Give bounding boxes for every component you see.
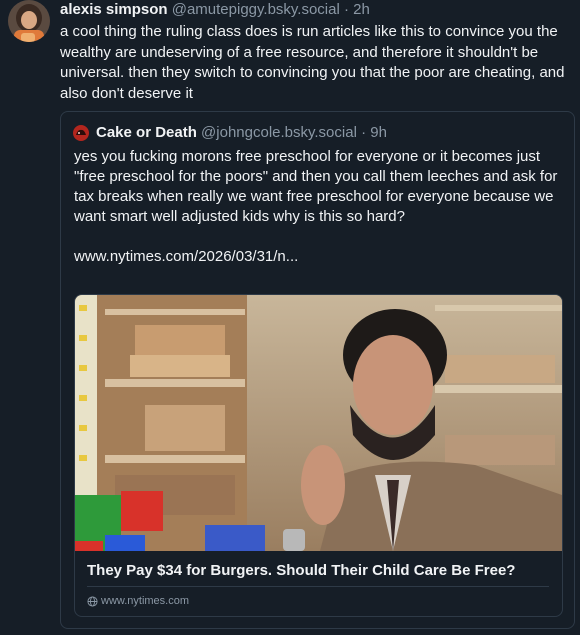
link-card-title[interactable]: They Pay $34 for Burgers. Should Their C…: [87, 561, 549, 581]
quote-author-handle[interactable]: @johngcole.bsky.social: [201, 123, 357, 143]
quote-timestamp[interactable]: 9h: [370, 123, 387, 143]
link-card-image: [75, 295, 562, 551]
link-card-divider: [87, 586, 549, 587]
author-name[interactable]: alexis simpson: [60, 1, 168, 18]
link-card-domain-text: www.nytimes.com: [101, 595, 190, 607]
post-text: a cool thing the ruling class does is ru…: [60, 23, 565, 102]
quote-text: yes you fucking morons free preschool fo…: [74, 148, 558, 265]
quote-separator-dot: ·: [361, 124, 367, 141]
post-header: alexis simpson @amutepiggy.bsky.social ·…: [60, 0, 370, 20]
quote-header: Cake or Death @johngcole.bsky.social · 9…: [73, 123, 387, 143]
link-card[interactable]: They Pay $34 for Burgers. Should Their C…: [74, 294, 563, 617]
author-handle[interactable]: @amutepiggy.bsky.social: [172, 1, 340, 18]
author-avatar[interactable]: [8, 0, 50, 42]
post-timestamp[interactable]: 2h: [353, 1, 370, 18]
quoted-post[interactable]: Cake or Death @johngcole.bsky.social · 9…: [60, 111, 575, 629]
separator-dot: ·: [343, 1, 349, 18]
globe-icon: [87, 595, 98, 607]
quote-author-name[interactable]: Cake or Death: [96, 123, 197, 143]
link-card-domain: www.nytimes.com: [87, 593, 189, 609]
feed-post[interactable]: alexis simpson @amutepiggy.bsky.social ·…: [0, 0, 580, 635]
cake-avatar-icon[interactable]: [73, 125, 89, 141]
